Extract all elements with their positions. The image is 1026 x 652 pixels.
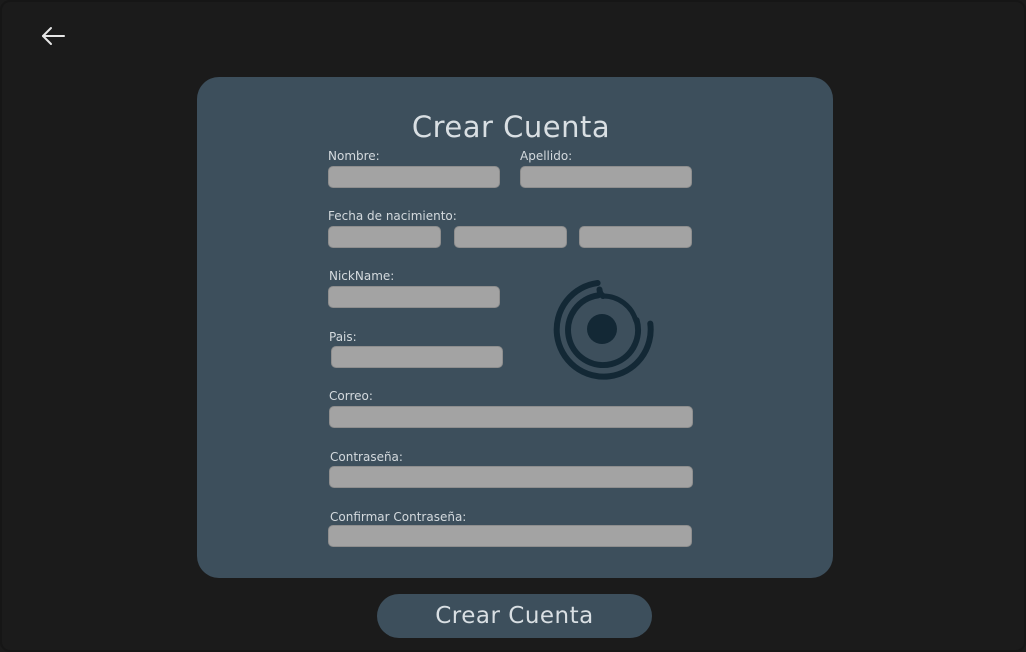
contrasena-label: Contraseña:	[330, 450, 403, 464]
nickname-label: NickName:	[329, 269, 395, 283]
fecha-dia-input[interactable]	[328, 226, 441, 248]
pais-input[interactable]	[331, 346, 503, 368]
crear-cuenta-button[interactable]: Crear Cuenta	[377, 594, 652, 638]
fecha-anio-input[interactable]	[579, 226, 692, 248]
confirmar-contrasena-input[interactable]	[328, 525, 692, 547]
apellido-input[interactable]	[520, 166, 692, 188]
back-button[interactable]	[38, 22, 70, 50]
form-title: Crear Cuenta	[411, 110, 611, 144]
fecha-mes-input[interactable]	[454, 226, 567, 248]
arrow-left-icon	[42, 27, 65, 45]
contrasena-input[interactable]	[329, 466, 693, 488]
create-account-card: Crear Cuenta Nombre: Apellido: Fecha de …	[197, 77, 833, 578]
apellido-label: Apellido:	[520, 149, 573, 163]
pais-label: Pais:	[329, 330, 357, 344]
confirmar-contrasena-label: Confirmar Contraseña:	[330, 510, 467, 524]
correo-label: Correo:	[329, 389, 373, 403]
nombre-input[interactable]	[328, 166, 500, 188]
correo-input[interactable]	[329, 406, 693, 428]
app-window: Crear Cuenta Nombre: Apellido: Fecha de …	[0, 0, 1026, 652]
app-logo-icon	[553, 280, 654, 380]
nombre-label: Nombre:	[328, 149, 380, 163]
nickname-input[interactable]	[328, 286, 500, 308]
fecha-nacimiento-label: Fecha de nacimiento:	[328, 209, 457, 223]
